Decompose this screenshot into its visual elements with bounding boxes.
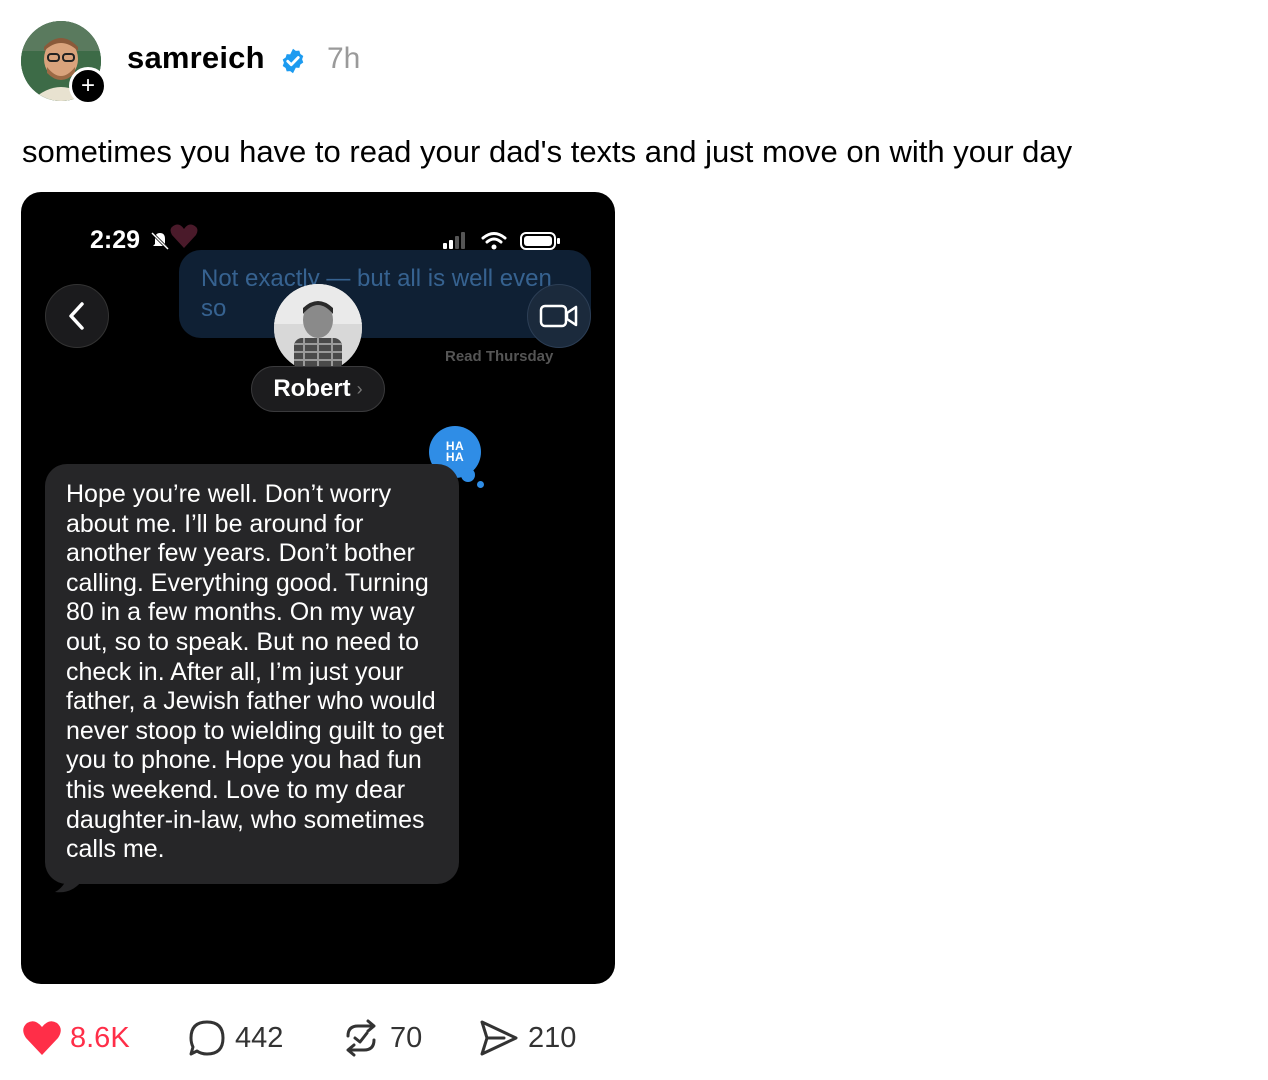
read-receipt: Read Thursday — [445, 348, 554, 365]
bubble-tail — [55, 868, 81, 893]
contact-photo[interactable] — [274, 284, 362, 372]
post-timestamp: 7h — [327, 42, 361, 75]
author-username[interactable]: samreich — [127, 40, 265, 76]
contact-name-pill[interactable]: Robert › — [251, 366, 385, 412]
bell-muted-icon — [150, 231, 170, 251]
post-image[interactable]: Not exactly — but all is well even so Re… — [21, 192, 615, 984]
faded-sent-text: Not exactly — but all is well even so — [201, 265, 552, 322]
comment-icon — [189, 1020, 225, 1056]
like-count: 8.6K — [70, 1021, 130, 1054]
back-icon — [69, 302, 84, 330]
tapback-tail-dot — [477, 481, 484, 488]
heart-ghost-icon — [170, 224, 198, 248]
follow-plus-icon[interactable]: + — [69, 67, 107, 105]
repost-icon — [346, 1019, 376, 1057]
share-count: 210 — [528, 1021, 577, 1054]
heart-icon — [23, 1021, 61, 1055]
tapback-tail — [461, 468, 475, 482]
video-call-button[interactable] — [527, 284, 591, 348]
status-time: 2:29 — [90, 226, 141, 254]
comment-button[interactable]: 442 — [187, 1015, 283, 1061]
back-button[interactable] — [45, 284, 109, 348]
share-button[interactable]: 210 — [478, 1015, 576, 1061]
repost-count: 70 — [390, 1021, 423, 1054]
like-button[interactable]: 8.6K — [22, 1015, 130, 1061]
comment-count: 442 — [235, 1021, 284, 1054]
video-icon — [539, 304, 578, 328]
post-caption: sometimes you have to read your dad's te… — [22, 134, 1073, 169]
author-avatar[interactable]: + — [21, 21, 107, 105]
status-icons — [443, 232, 560, 250]
tapback-text: HA HA — [445, 439, 465, 464]
message-text: Hope you’re well. Don’t worry about me. … — [66, 480, 445, 864]
post-actions: 8.6K 442 70 210 — [22, 1015, 642, 1061]
contact-name: Robert — [273, 375, 351, 402]
repost-button[interactable]: 70 — [340, 1015, 422, 1061]
verified-icon — [282, 48, 304, 74]
share-icon — [480, 1020, 518, 1056]
chevron-right-icon: › — [356, 378, 363, 399]
